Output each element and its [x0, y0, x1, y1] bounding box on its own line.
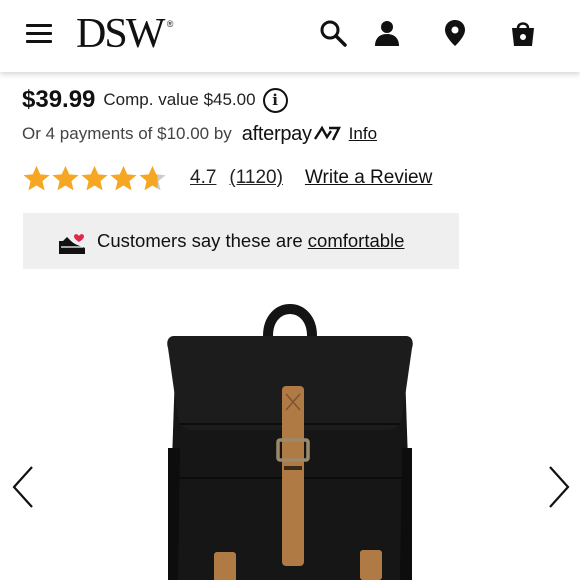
comp-value: Comp. value $45.00: [103, 90, 256, 109]
menu-icon[interactable]: [26, 24, 52, 44]
price-row: $39.99 Comp. value $45.00 i: [22, 85, 288, 115]
star-icon: [110, 165, 137, 190]
star-icon: [23, 165, 50, 190]
banner-text: Customers say these are: [97, 230, 308, 251]
comfort-shoe-heart-icon: [59, 234, 85, 254]
comfort-banner: Customers say these are comfortable: [23, 213, 459, 269]
sale-price: $39.99: [22, 86, 96, 113]
site-header: DSW ®: [0, 0, 580, 72]
shopping-bag-icon[interactable]: [508, 18, 538, 48]
chevron-left-icon[interactable]: [8, 463, 38, 511]
product-image-backpack[interactable]: [150, 298, 430, 580]
comfortable-link[interactable]: comfortable: [308, 230, 405, 251]
search-icon[interactable]: [318, 18, 348, 48]
write-review-link[interactable]: Write a Review: [305, 167, 432, 189]
review-count[interactable]: (1120): [229, 167, 283, 189]
chevron-right-icon[interactable]: [544, 463, 574, 511]
star-icon: [81, 165, 108, 190]
afterpay-arrows-icon: [313, 125, 341, 141]
info-icon[interactable]: i: [262, 87, 288, 113]
afterpay-info-link[interactable]: Info: [349, 124, 377, 144]
rating-value[interactable]: 4.7: [190, 167, 216, 189]
installments-row: Or 4 payments of $10.00 by afterpay Info: [22, 122, 377, 146]
star-icon: [52, 165, 79, 190]
location-pin-icon[interactable]: [440, 18, 470, 48]
dsw-logo[interactable]: DSW ®: [76, 10, 173, 58]
star-rating[interactable]: [22, 164, 167, 193]
account-icon[interactable]: [372, 18, 402, 48]
afterpay-logo: afterpay: [242, 123, 341, 146]
installments-text: Or 4 payments of $10.00 by: [22, 124, 232, 143]
rating-row: 4.7 (1120) Write a Review: [22, 163, 432, 193]
star-icon: [139, 165, 166, 190]
